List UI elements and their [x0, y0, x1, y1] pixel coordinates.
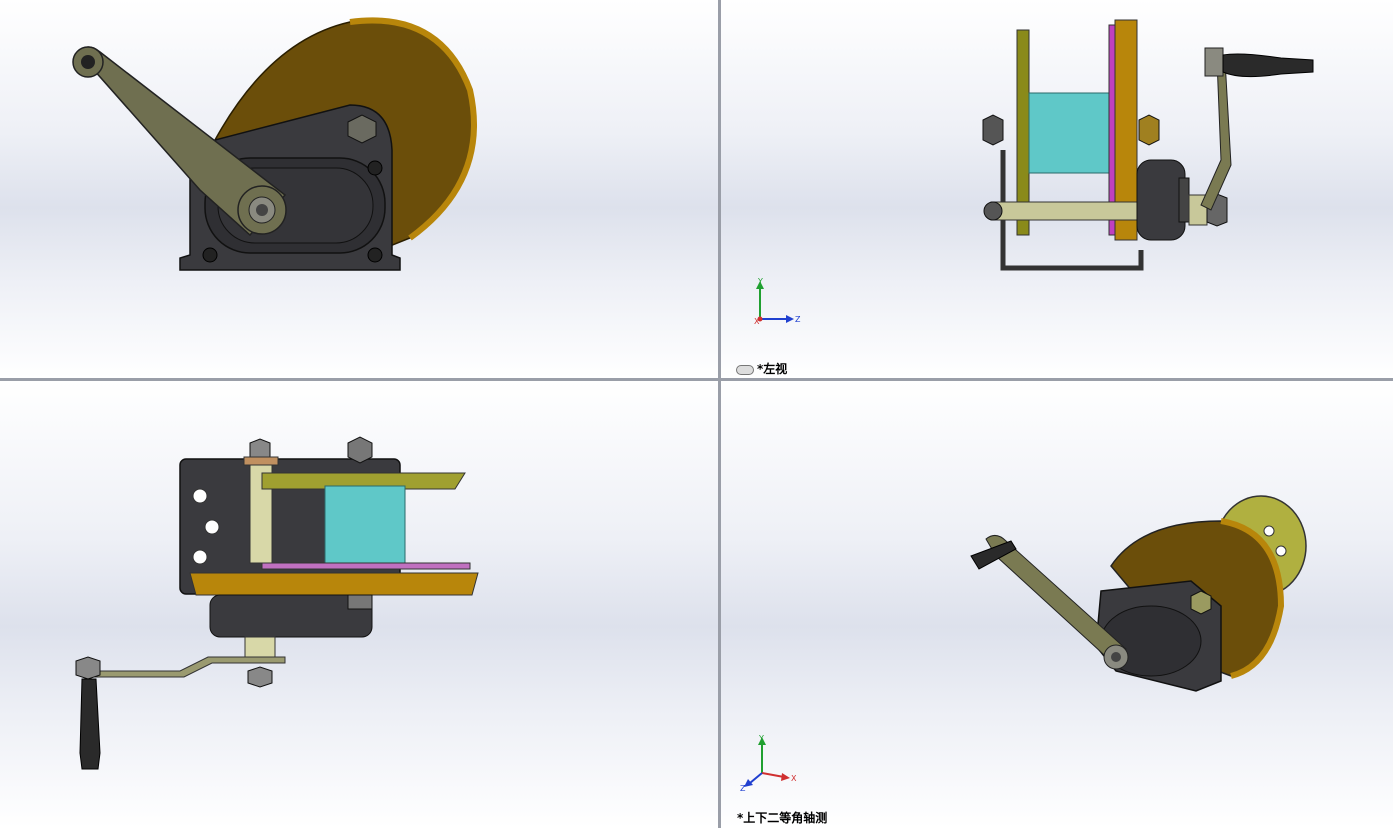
triad-x-label: X — [791, 774, 797, 783]
triad-x-label: X — [754, 317, 760, 326]
winch-isometric-view — [970, 495, 1307, 692]
view-label-left: *左视 — [736, 360, 787, 377]
viewport-top-view[interactable] — [0, 381, 718, 828]
winch-top-view — [75, 436, 479, 770]
triad-z-label: Z — [795, 315, 801, 324]
view-label-isometric: *上下二等角轴测 — [737, 811, 828, 825]
viewport-splitter-vertical[interactable] — [718, 0, 721, 828]
triad-z-label: Z — [740, 784, 746, 793]
winch-front-view — [72, 17, 477, 271]
viewport-front[interactable] — [0, 0, 718, 378]
link-icon — [736, 364, 754, 375]
viewport-left-view[interactable]: Y Z X *左视 — [721, 0, 1393, 378]
triad-y-label: Y — [758, 734, 764, 743]
viewport-splitter-horizontal[interactable] — [0, 378, 1393, 381]
coordinate-triad-icon: Y X Z — [740, 734, 797, 793]
coordinate-triad-icon: Y Z X — [754, 277, 801, 326]
viewport-isometric[interactable]: Y X Z *上下二等角轴测 — [721, 381, 1393, 828]
triad-y-label: Y — [757, 277, 763, 286]
